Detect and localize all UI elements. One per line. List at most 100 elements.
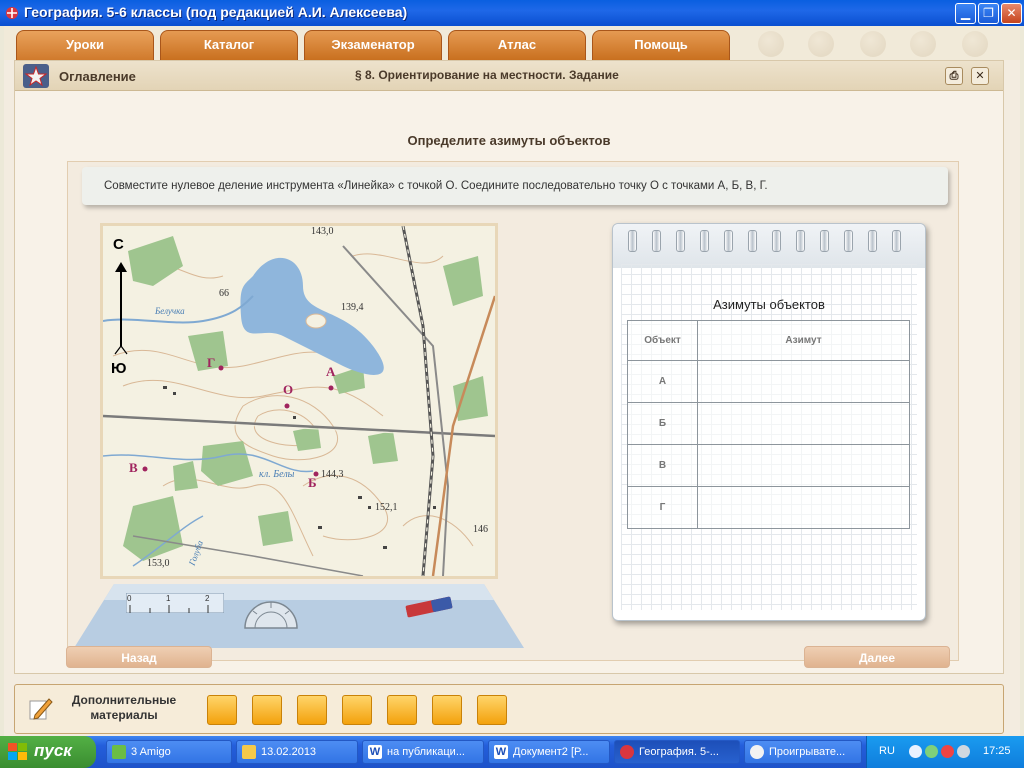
azimuth-table: Объект Азимут А Б В Г (627, 320, 910, 529)
close-icon[interactable]: ✕ (971, 67, 989, 85)
ruler-tool[interactable]: 0 1 2 (125, 592, 225, 614)
tray-arrow-icon[interactable] (909, 745, 922, 758)
text-material-icon[interactable] (207, 695, 237, 725)
task-instruction: Совместите нулевое деление инструмента «… (82, 167, 948, 205)
app-icon (6, 7, 18, 19)
taskbar-item-player[interactable]: Проигрывате... (744, 740, 862, 764)
spiral-ring-icon (844, 230, 853, 252)
topographic-map[interactable]: С Ю О А Б В Г 143,0 139,4 66 Белучка кл.… (100, 223, 498, 579)
object-cell: В (627, 444, 698, 487)
globe-decoration-icon (962, 31, 988, 57)
tab-atlas[interactable]: Атлас (448, 30, 586, 60)
azimuth-notebook: Азимуты объектов Объект Азимут А Б В Г (612, 223, 926, 621)
word-icon: W (494, 745, 508, 759)
geography-app-icon (620, 745, 634, 759)
globe-decoration-icon (910, 31, 936, 57)
globe-decoration-icon (808, 31, 834, 57)
app-area: Уроки Каталог Экзаменатор Атлас Помощь О… (4, 26, 1020, 736)
text-material-icon[interactable] (297, 695, 327, 725)
spiral-ring-icon (796, 230, 805, 252)
object-cell: Г (627, 486, 698, 529)
spiral-ring-icon (772, 230, 781, 252)
taskbar-item-label: География. 5-... (639, 746, 719, 758)
column-header-object: Объект (627, 320, 698, 361)
close-window-button[interactable]: ✕ (1001, 3, 1022, 24)
additional-materials-label: Дополнительные материалы (71, 693, 177, 722)
map-height-label: 144,3 (321, 469, 344, 480)
map-river-label: Белучка (155, 306, 185, 316)
azimuth-input-cell[interactable] (697, 360, 910, 403)
word-icon: W (368, 745, 382, 759)
spiral-ring-icon (748, 230, 757, 252)
map-point-v: В (129, 460, 138, 475)
table-of-contents-link[interactable]: Оглавление (59, 69, 136, 84)
table-row: А (627, 360, 910, 403)
taskbar-item-label: на публикаци... (387, 746, 465, 758)
notes-pencil-icon (29, 698, 53, 720)
print-icon[interactable]: ⎙ (945, 67, 963, 85)
tab-help[interactable]: Помощь (592, 30, 730, 60)
back-button[interactable]: Назад (66, 646, 212, 668)
map-height-label: 143,0 (311, 226, 334, 237)
contents-logo-icon[interactable] (23, 64, 49, 88)
tools-material-icon[interactable] (342, 695, 372, 725)
task-title: Определите азимуты объектов (407, 133, 611, 148)
lesson-panel: Оглавление § 8. Ориентирование на местно… (14, 60, 1004, 674)
azimuth-input-cell[interactable] (697, 402, 910, 445)
taskbar-item-word-publication[interactable]: W на публикаци... (362, 740, 484, 764)
tools-material-icon[interactable] (387, 695, 417, 725)
object-cell: А (627, 360, 698, 403)
map-point-b: Б (308, 475, 317, 490)
map-height-label: 146 (473, 524, 488, 535)
spiral-ring-icon (652, 230, 661, 252)
table-row: Г (627, 486, 910, 529)
map-height-label: 66 (219, 288, 229, 299)
azimuth-input-cell[interactable] (697, 444, 910, 487)
taskbar: пуск 3 Amigo 13.02.2013 W на публикаци..… (0, 736, 1024, 768)
section-title: § 8. Ориентирование на местности. Задани… (355, 68, 619, 82)
language-indicator[interactable]: RU (879, 745, 895, 757)
tab-examiner[interactable]: Экзаменатор (304, 30, 442, 60)
clock: 17:25 (983, 745, 1011, 757)
compass-south-label: Ю (111, 360, 127, 377)
table-header-row: Объект Азимут (627, 320, 910, 361)
tab-catalog[interactable]: Каталог (160, 30, 298, 60)
taskbar-item-folder[interactable]: 13.02.2013 (236, 740, 358, 764)
tab-lessons[interactable]: Уроки (16, 30, 154, 60)
protractor-tool[interactable] (243, 594, 299, 630)
security-icon[interactable] (941, 745, 954, 758)
window-title: География. 5-6 классы (под редакцией А.И… (24, 4, 408, 20)
windows-logo-icon (8, 743, 27, 760)
object-cell: Б (627, 402, 698, 445)
network-icon[interactable] (925, 745, 938, 758)
taskbar-item-label: Проигрывате... (769, 746, 846, 758)
map-graphic (103, 226, 495, 576)
notebook-title: Азимуты объектов (713, 297, 825, 312)
spiral-ring-icon (676, 230, 685, 252)
amigo-icon (112, 745, 126, 759)
map-point-o: О (283, 382, 294, 397)
taskbar-item-word-document[interactable]: W Документ2 [Р... (488, 740, 610, 764)
azimuth-input-cell[interactable] (697, 486, 910, 529)
taskbar-item-amigo[interactable]: 3 Amigo (106, 740, 232, 764)
restore-button[interactable]: ❐ (978, 3, 999, 24)
compass-north-label: С (113, 236, 124, 253)
lesson-header: Оглавление § 8. Ориентирование на местно… (15, 61, 1003, 91)
taskbar-item-label: Документ2 [Р... (513, 746, 589, 758)
camera-material-icon[interactable] (477, 695, 507, 725)
start-button[interactable]: пуск (0, 736, 96, 768)
taskbar-item-geography[interactable]: География. 5-... (614, 740, 740, 764)
taskbar-item-label: 13.02.2013 (261, 746, 317, 758)
globe-decoration-icon (758, 31, 784, 57)
minimize-button[interactable]: ▁ (955, 3, 976, 24)
task-workarea: Совместите нулевое деление инструмента «… (67, 161, 959, 661)
spiral-ring-icon (820, 230, 829, 252)
map-height-label: 153,0 (147, 558, 170, 569)
next-button[interactable]: Далее (804, 646, 950, 668)
volume-icon[interactable] (957, 745, 970, 758)
text-material-icon[interactable] (252, 695, 282, 725)
taskbar-item-label: 3 Amigo (131, 746, 171, 758)
camera-material-icon[interactable] (432, 695, 462, 725)
folder-icon (242, 745, 256, 759)
spiral-ring-icon (724, 230, 733, 252)
